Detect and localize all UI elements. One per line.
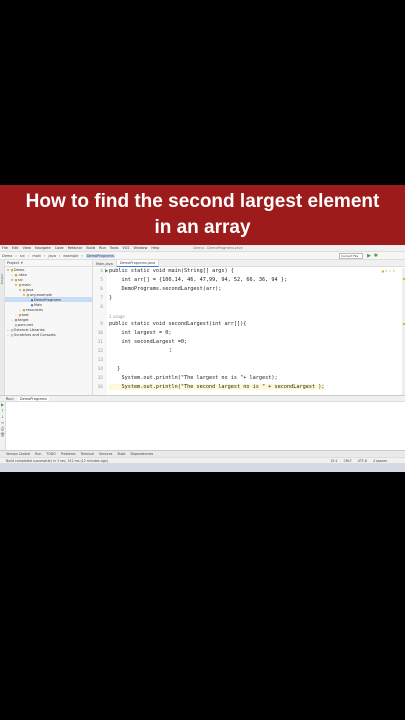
menu-view[interactable]: View	[23, 246, 31, 250]
menu-bar: File Edit View Navigate Code Refactor Bu…	[0, 245, 405, 252]
breadcrumb-class[interactable]: DemoPrograms	[85, 253, 115, 258]
line-number: 16	[97, 385, 103, 390]
clear-icon[interactable]: 🗑	[0, 432, 5, 438]
debug-icon[interactable]: ✱	[374, 253, 378, 259]
tool-services[interactable]: Services	[99, 452, 112, 456]
menu-window[interactable]: Window	[134, 246, 148, 250]
run-label: Run:	[6, 396, 14, 401]
usage-hint[interactable]: 1 usage	[109, 314, 125, 319]
run-gutter-icon[interactable]: ▶	[105, 269, 108, 274]
project-panel: Project ▾ ▾ ■ Demo › ■ .idea ▾ ■ src ▾ ■ main ▾ ■…	[5, 260, 93, 395]
menu-code[interactable]: Code	[55, 246, 64, 250]
line-number: 14	[97, 367, 103, 372]
code-line: System.out.println("The largest no is "+…	[109, 375, 278, 381]
line-number: 4	[100, 269, 103, 274]
menu-edit[interactable]: Edit	[12, 246, 19, 250]
menu-tools[interactable]: Tools	[110, 246, 119, 250]
code-line: int arr[] = {100,14, 46, 47,99, 94, 52, …	[109, 277, 288, 283]
banner-line-2: in an array	[154, 217, 251, 238]
code-area[interactable]: public static void main(String[] args) {…	[109, 268, 403, 395]
tool-dependencies[interactable]: Dependencies	[130, 452, 153, 456]
menu-build[interactable]: Build	[86, 246, 95, 250]
tool-build[interactable]: Build	[117, 452, 125, 456]
project-panel-title[interactable]: Project	[7, 261, 19, 265]
tool-run[interactable]: Run	[35, 452, 41, 456]
run-tab-demoprograms[interactable]: DemoPrograms	[17, 396, 49, 401]
code-line: int largest = 0;	[109, 330, 172, 336]
tool-todo[interactable]: TODO	[46, 452, 55, 456]
run-configuration-select[interactable]: Current File	[339, 253, 363, 259]
menu-run[interactable]: Run	[99, 246, 106, 250]
code-line: public static void main(String[] args) {	[109, 268, 234, 274]
warning-marker[interactable]	[402, 278, 405, 280]
chevron-down-icon[interactable]: ▾	[21, 261, 23, 265]
breadcrumb-src[interactable]: src	[20, 254, 25, 258]
tree-item[interactable]: › ▥ Scratches and Consoles	[5, 332, 92, 337]
menu-navigate[interactable]: Navigate	[35, 246, 51, 250]
run-toolbar: ▶ ↑ ↓ ≡ ⎙ 🗑	[0, 402, 6, 456]
tab-demoprograms-java[interactable]: DemoPrograms.java	[116, 260, 160, 267]
code-line: }	[109, 295, 113, 301]
line-number: 8	[100, 305, 103, 310]
code-editor[interactable]: Main.java DemoPrograms.java ▲ 1 ✓ 1 4 5 …	[93, 260, 405, 395]
code-line: public static void secondLargest(int arr…	[109, 321, 247, 327]
text-cursor: I	[169, 348, 173, 354]
code-line: int secondLargest =0;	[109, 339, 188, 345]
tab-main-java[interactable]: Main.java	[93, 260, 117, 267]
title-banner: How to find the second largest element i…	[0, 185, 405, 245]
line-number: 6	[100, 287, 103, 292]
os-taskbar	[0, 463, 405, 472]
line-number: 15	[97, 376, 103, 381]
breadcrumb-main[interactable]: main	[32, 254, 41, 258]
line-number-gutter: 4 5 6 7 8 9 10 11 12 13 14 15 16 ▶	[93, 268, 108, 395]
tool-problems[interactable]: Problems	[61, 452, 76, 456]
breadcrumb-example[interactable]: example	[63, 254, 78, 258]
project-panel-header: Project ▾	[5, 260, 92, 267]
code-line: }	[117, 366, 121, 372]
line-number: 12	[97, 349, 103, 354]
line-number: 7	[100, 296, 103, 301]
navigation-bar: Demo › src › main › java › example › DemoProg…	[0, 252, 405, 260]
run-icon[interactable]: ▶	[367, 253, 371, 259]
line-number: 11	[97, 340, 103, 345]
menu-vcs[interactable]: VCS	[122, 246, 129, 250]
line-number: 9	[100, 322, 103, 327]
window-title: Demo - DemoPrograms.java	[193, 246, 243, 250]
menu-file[interactable]: File	[2, 246, 8, 250]
run-tool-window: Run: DemoPrograms ▶ ↑ ↓ ≡ ⎙ 🗑	[0, 395, 405, 456]
code-line: DemoPrograms.secondLargest(arr);	[109, 286, 222, 292]
run-panel-header: Run: DemoPrograms	[0, 396, 405, 402]
warning-marker[interactable]	[402, 323, 405, 325]
menu-refactor[interactable]: Refactor	[68, 246, 83, 250]
line-number: 13	[97, 358, 103, 363]
menu-help[interactable]: Help	[151, 246, 159, 250]
line-number: 5	[100, 278, 103, 283]
tool-terminal[interactable]: Terminal	[81, 452, 94, 456]
breadcrumb-demo[interactable]: Demo	[2, 254, 12, 258]
tool-version-control[interactable]: Version Control	[6, 452, 30, 456]
line-number: 10	[97, 331, 103, 336]
tool-window-bar: Version Control Run TODO Problems Termin…	[0, 450, 405, 457]
banner-line-1: How to find the second largest element	[25, 191, 380, 212]
ide-window: File Edit View Navigate Code Refactor Bu…	[0, 245, 405, 472]
code-line: System.out.println("The second largest n…	[109, 384, 325, 390]
breadcrumb-java[interactable]: java	[49, 254, 56, 258]
editor-tabs: Main.java DemoPrograms.java	[93, 260, 405, 267]
